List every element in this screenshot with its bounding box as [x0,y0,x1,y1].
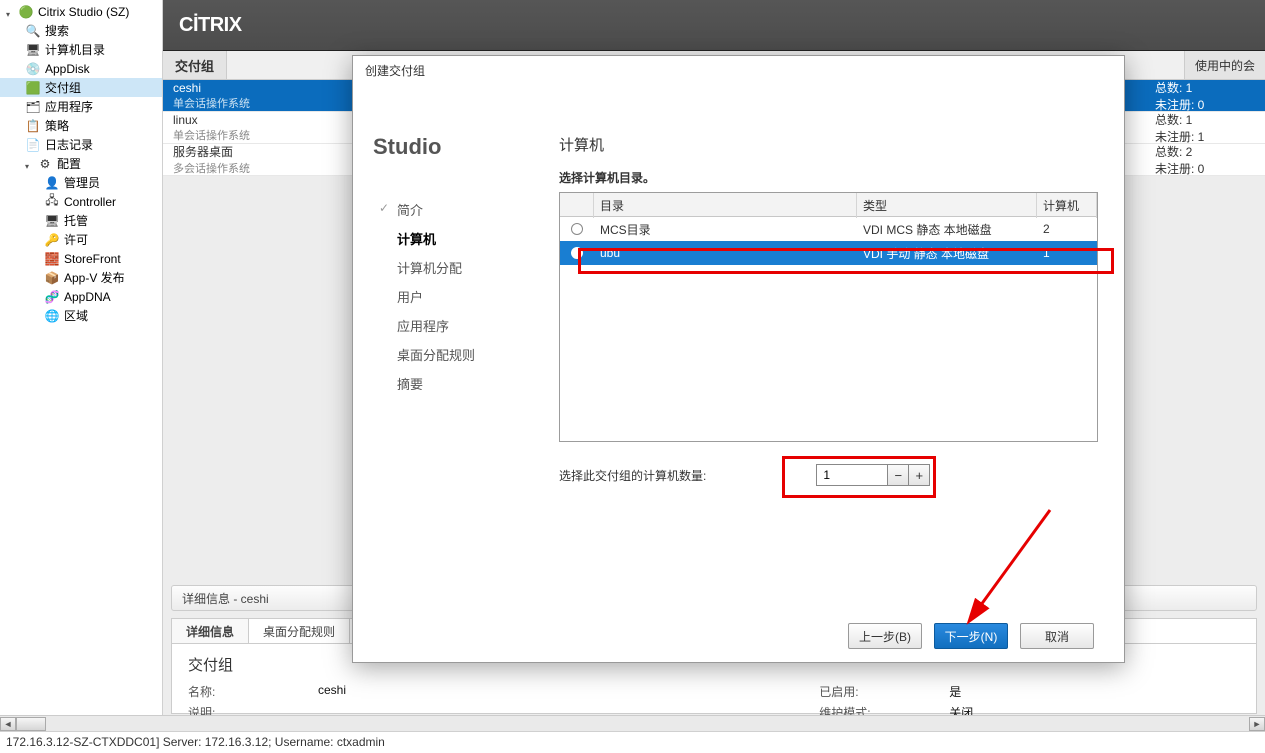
wizard-brand: Studio [373,134,559,160]
key-icon: 🔑 [44,232,60,248]
wizard-content: 计算机 选择计算机目录。 目录 类型 计算机 MCS目录 VDI MCS 静态 … [559,94,1098,610]
monitor-icon: 🖥 [44,213,60,229]
tree-item-logging[interactable]: 📄 日志记录 [0,135,162,154]
tree-item-appdna[interactable]: 🧬 AppDNA [0,287,162,306]
wiz-step-apps[interactable]: 应用程序 [379,316,559,335]
tab-details[interactable]: 详细信息 [172,619,249,643]
wizard-sidebar: Studio 简介 计算机 计算机分配 用户 应用程序 桌面分配规则 摘要 [379,94,559,610]
next-button[interactable]: 下一步(N) [934,623,1008,649]
counts-strip: 总数: 1 未注册: 0 总数: 1 未注册: 1 总数: 2 未注册: 0 [1145,80,1265,176]
tree-item-zone[interactable]: 🌐 区域 [0,306,162,325]
col-type[interactable]: 类型 [857,193,1037,218]
panel-subtitle: 选择计算机目录。 [559,169,1098,186]
scroll-left-icon[interactable]: ◄ [0,717,16,731]
user-icon: 👤 [44,175,60,191]
panel-heading: 计算机 [559,134,1098,155]
create-delivery-group-dialog: 创建交付组 Studio 简介 计算机 计算机分配 用户 应用程序 桌面分配规则… [352,55,1125,663]
table-header: 目录 类型 计算机 [560,193,1097,217]
annotation-box [578,248,1114,274]
counts-server: 总数: 2 未注册: 0 [1145,144,1265,176]
citrix-icon: 🟢 [18,4,34,20]
status-text: 172.16.3.12-SZ-CTXDDC01] Server: 172.16.… [6,735,385,749]
tree-item-hosting[interactable]: 🖥 托管 [0,211,162,230]
wiz-step-machines[interactable]: 计算机 [379,229,559,248]
machine-count-label: 选择此交付组的计算机数量: [559,467,706,484]
gear-icon: ⚙ [37,156,53,172]
table-row[interactable]: MCS目录 VDI MCS 静态 本地磁盘 2 [560,217,1097,241]
tree-item-delivery-groups[interactable]: 🟩 交付组 [0,78,162,97]
wiz-step-assign[interactable]: 计算机分配 [379,258,559,277]
group-icon: 🟩 [25,80,41,96]
store-icon: 🧱 [44,251,60,267]
tree-root[interactable]: 🟢 Citrix Studio (SZ) [0,2,162,21]
wiz-step-desktops[interactable]: 桌面分配规则 [379,345,559,364]
dialog-footer: 上一步(B) 下一步(N) 取消 [353,610,1124,662]
subheader-sessions-tab[interactable]: 使用中的会 [1184,51,1265,79]
package-icon: 📦 [44,270,60,286]
log-icon: 📄 [25,137,41,153]
wiz-step-summary[interactable]: 摘要 [379,374,559,393]
tree-item-applications[interactable]: 🗂 应用程序 [0,97,162,116]
dialog-title: 创建交付组 [353,56,1124,84]
server-icon: 🖧 [44,194,60,210]
chevron-down-icon[interactable] [6,7,16,17]
tree-item-storefront[interactable]: 🧱 StoreFront [0,249,162,268]
tree-item-machine-catalogs[interactable]: 🖥 计算机目录 [0,40,162,59]
brand-bar: CİTRIX [163,0,1265,51]
tree-item-controller[interactable]: 🖧 Controller [0,192,162,211]
wiz-step-users[interactable]: 用户 [379,287,559,306]
nav-tree: 🟢 Citrix Studio (SZ) 🔍 搜索 🖥 计算机目录 💿 AppD… [0,0,163,720]
col-machines[interactable]: 计算机 [1037,193,1097,218]
counts-linux: 总数: 1 未注册: 1 [1145,112,1265,144]
globe-icon: 🌐 [44,308,60,324]
policy-icon: 📋 [25,118,41,134]
wiz-step-intro[interactable]: 简介 [379,200,559,219]
tree-item-policies[interactable]: 📋 策略 [0,116,162,135]
tree-item-search[interactable]: 🔍 搜索 [0,21,162,40]
annotation-box [782,456,936,498]
tab-desktop-rules[interactable]: 桌面分配规则 [249,619,350,643]
scroll-right-icon[interactable]: ► [1249,717,1265,731]
chevron-down-icon[interactable] [25,159,35,169]
horizontal-scrollbar[interactable]: ◄ ► [0,715,1265,731]
tree-item-appv[interactable]: 📦 App-V 发布 [0,268,162,287]
apps-icon: 🗂 [25,99,41,115]
subheader-title: 交付组 [163,51,227,79]
radio-icon[interactable] [571,223,583,235]
tree-item-config[interactable]: ⚙ 配置 [0,154,162,173]
catalog-table: 目录 类型 计算机 MCS目录 VDI MCS 静态 本地磁盘 2 ubu VD… [559,192,1098,442]
disk-icon: 💿 [25,61,41,77]
scroll-thumb[interactable] [16,717,46,731]
col-catalog[interactable]: 目录 [594,193,857,218]
tree-item-admins[interactable]: 👤 管理员 [0,173,162,192]
computer-icon: 🖥 [25,42,41,58]
tree-item-appdisk[interactable]: 💿 AppDisk [0,59,162,78]
cancel-button[interactable]: 取消 [1020,623,1094,649]
tree-root-label: Citrix Studio (SZ) [38,5,129,19]
back-button[interactable]: 上一步(B) [848,623,922,649]
counts-ceshi: 总数: 1 未注册: 0 [1145,80,1265,112]
search-icon: 🔍 [25,23,41,39]
brand-logo: CİTRIX [179,14,242,37]
dna-icon: 🧬 [44,289,60,305]
status-bar: 172.16.3.12-SZ-CTXDDC01] Server: 172.16.… [0,731,1265,753]
tree-item-licensing[interactable]: 🔑 许可 [0,230,162,249]
